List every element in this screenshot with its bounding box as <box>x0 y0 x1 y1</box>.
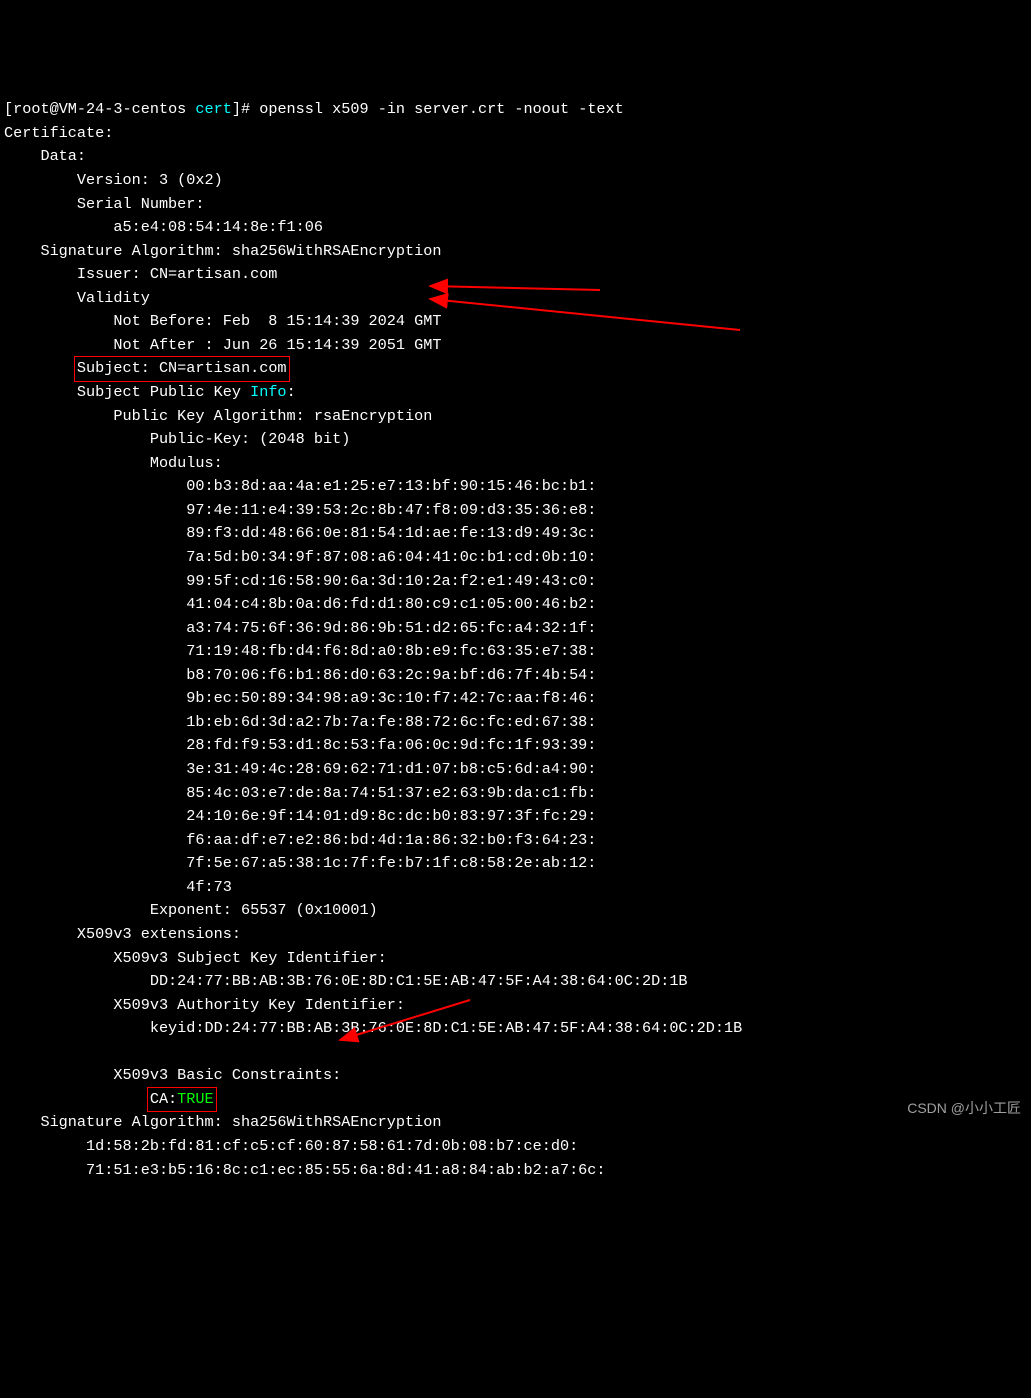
modulus-line: 24:10:6e:9f:14:01:d9:8c:dc:b0:83:97:3f:f… <box>4 807 596 825</box>
cert-line: 71:51:e3:b5:16:8c:c1:ec:85:55:6a:8d:41:a… <box>4 1161 606 1179</box>
spki-label: Subject Public Key <box>77 383 250 401</box>
cert-line: X509v3 Authority Key Identifier: <box>4 996 414 1014</box>
cert-line: DD:24:77:BB:AB:3B:76:0E:8D:C1:5E:AB:47:5… <box>4 972 688 990</box>
modulus-line: 41:04:c4:8b:0a:d6:fd:d1:80:c9:c1:05:00:4… <box>4 595 596 613</box>
watermark: CSDN @小小工匠 <box>907 1098 1021 1120</box>
subject-text: Subject: CN=artisan.com <box>77 359 287 377</box>
cert-line: Version: 3 (0x2) <box>4 171 223 189</box>
modulus-line: f6:aa:df:e7:e2:86:bd:4d:1a:86:32:b0:f3:6… <box>4 831 596 849</box>
highlight-box-ca: CA:TRUE <box>147 1087 217 1113</box>
command-text: openssl x509 -in server.crt -noout -text <box>259 100 624 118</box>
modulus-line: 1b:eb:6d:3d:a2:7b:7a:fe:88:72:6c:fc:ed:6… <box>4 713 596 731</box>
modulus-line: 3e:31:49:4c:28:69:62:71:d1:07:b8:c5:6d:a… <box>4 760 596 778</box>
cert-line: Modulus: <box>4 454 223 472</box>
cert-line: a5:e4:08:54:14:8e:f1:06 <box>4 218 323 236</box>
modulus-line: a3:74:75:6f:36:9d:86:9b:51:d2:65:fc:a4:3… <box>4 619 596 637</box>
cert-line: Public-Key: (2048 bit) <box>4 430 350 448</box>
modulus-line: 4f:73 <box>4 878 232 896</box>
cert-line: Validity <box>4 289 150 307</box>
modulus-line: 7f:5e:67:a5:38:1c:7f:fe:b7:1f:c8:58:2e:a… <box>4 854 596 872</box>
cert-line: 1d:58:2b:fd:81:cf:c5:cf:60:87:58:61:7d:0… <box>4 1137 578 1155</box>
prompt-user-host: root@VM-24-3-centos <box>13 100 186 118</box>
cert-line: Signature Algorithm: sha256WithRSAEncryp… <box>4 242 441 260</box>
modulus-line: 89:f3:dd:48:66:0e:81:54:1d:ae:fe:13:d9:4… <box>4 524 596 542</box>
cert-line: X509v3 extensions: <box>4 925 241 943</box>
cert-line: Exponent: 65537 (0x10001) <box>4 901 378 919</box>
subject-pre <box>4 359 77 377</box>
modulus-line: b8:70:06:f6:b1:86:d0:63:2c:9a:bf:d6:7f:4… <box>4 666 596 684</box>
cert-line: X509v3 Basic Constraints: <box>4 1066 350 1084</box>
prompt-dir: cert <box>186 100 232 118</box>
cert-line: X509v3 Subject Key Identifier: <box>4 949 396 967</box>
modulus-line: 97:4e:11:e4:39:53:2c:8b:47:f8:09:d3:35:3… <box>4 501 596 519</box>
terminal-output: [root@VM-24-3-centos cert]# openssl x509… <box>4 98 1027 1182</box>
spki-pre <box>4 383 77 401</box>
modulus-line: 85:4c:03:e7:de:8a:74:51:37:e2:63:9b:da:c… <box>4 784 596 802</box>
cert-line: Public Key Algorithm: rsaEncryption <box>4 407 432 425</box>
modulus-line: 99:5f:cd:16:58:90:6a:3d:10:2a:f2:e1:49:4… <box>4 572 596 590</box>
modulus-line: 28:fd:f9:53:d1:8c:53:fa:06:0c:9d:fc:1f:9… <box>4 736 596 754</box>
ca-value: TRUE <box>177 1090 213 1108</box>
spki-colon: : <box>287 383 296 401</box>
modulus-line: 71:19:48:fb:d4:f6:8d:a0:8b:e9:fc:63:35:e… <box>4 642 596 660</box>
cert-line: Not After : Jun 26 15:14:39 2051 GMT <box>4 336 441 354</box>
modulus-line: 7a:5d:b0:34:9f:87:08:a6:04:41:0c:b1:cd:0… <box>4 548 596 566</box>
ca-label: CA: <box>150 1090 177 1108</box>
cert-line: Data: <box>4 147 86 165</box>
prompt-open-bracket: [ <box>4 100 13 118</box>
cert-line: Certificate: <box>4 124 113 142</box>
cert-line: Signature Algorithm: sha256WithRSAEncryp… <box>4 1113 441 1131</box>
cert-line: Serial Number: <box>4 195 205 213</box>
cert-line: Issuer: CN=artisan.com <box>4 265 277 283</box>
modulus-line: 9b:ec:50:89:34:98:a9:3c:10:f7:42:7c:aa:f… <box>4 689 596 707</box>
cert-line: keyid:DD:24:77:BB:AB:3B:76:0E:8D:C1:5E:A… <box>4 1019 742 1037</box>
highlight-box-subject: Subject: CN=artisan.com <box>74 356 290 382</box>
modulus-line: 00:b3:8d:aa:4a:e1:25:e7:13:bf:90:15:46:b… <box>4 477 596 495</box>
spki-info: Info <box>250 383 286 401</box>
ca-pre <box>4 1090 150 1108</box>
prompt-close-bracket: ]# <box>232 100 259 118</box>
cert-line: Not Before: Feb 8 15:14:39 2024 GMT <box>4 312 441 330</box>
